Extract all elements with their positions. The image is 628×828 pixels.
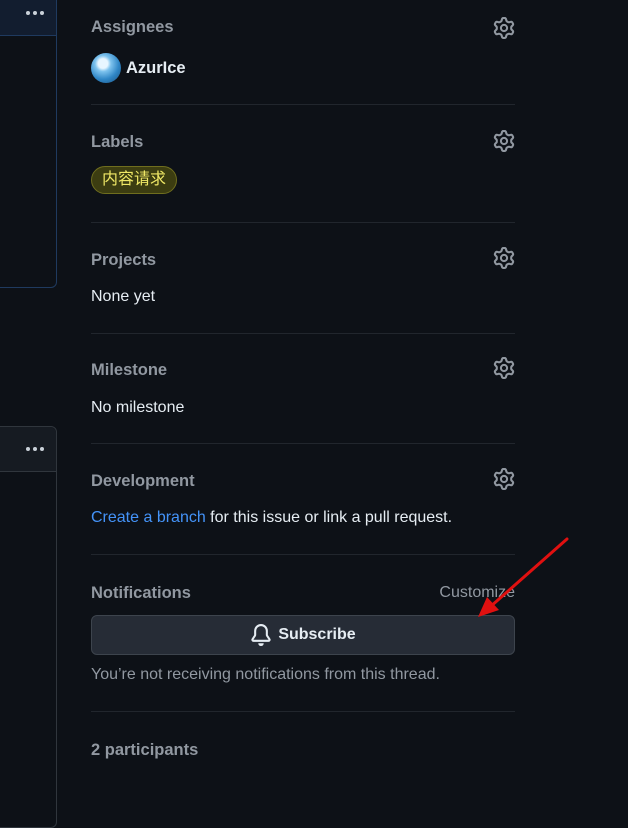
timeline-comment-box bbox=[0, 0, 57, 288]
issue-sidebar: Assignees AzurIce Labels 内容请求 Projects N… bbox=[91, 0, 515, 782]
gear-icon[interactable] bbox=[493, 247, 515, 269]
assignees-title[interactable]: Assignees bbox=[91, 18, 174, 37]
assignees-section: Assignees AzurIce bbox=[91, 0, 515, 105]
projects-title[interactable]: Projects bbox=[91, 251, 156, 270]
milestone-section: Milestone No milestone bbox=[91, 334, 515, 444]
participants-section: 2 participants bbox=[91, 712, 515, 782]
development-text: Create a branch for this issue or link a… bbox=[91, 509, 452, 527]
comment-header bbox=[0, 0, 56, 36]
kebab-horizontal-icon[interactable] bbox=[26, 11, 44, 15]
labels-section: Labels 内容请求 bbox=[91, 105, 515, 223]
notifications-section: Notifications Customize Subscribe You’re… bbox=[91, 555, 515, 712]
label-badge[interactable]: 内容请求 bbox=[91, 166, 178, 194]
development-rest-text: for this issue or link a pull request. bbox=[205, 509, 453, 526]
labels-title[interactable]: Labels bbox=[91, 133, 143, 152]
subscribe-label: Subscribe bbox=[278, 626, 356, 643]
timeline-comment-box bbox=[0, 426, 57, 828]
notifications-title: Notifications bbox=[91, 584, 191, 602]
gear-icon[interactable] bbox=[493, 17, 515, 39]
milestone-title[interactable]: Milestone bbox=[91, 361, 167, 380]
participants-title: 2 participants bbox=[91, 741, 199, 759]
milestone-value: No milestone bbox=[91, 399, 185, 416]
comment-header bbox=[0, 427, 56, 472]
gear-icon[interactable] bbox=[493, 468, 515, 490]
bell-icon bbox=[251, 624, 271, 646]
assignee-name[interactable]: AzurIce bbox=[126, 59, 186, 78]
development-title[interactable]: Development bbox=[91, 472, 195, 491]
customize-link[interactable]: Customize bbox=[439, 584, 515, 602]
create-branch-link[interactable]: Create a branch bbox=[91, 509, 206, 526]
projects-section: Projects None yet bbox=[91, 223, 515, 334]
notification-status-text: You’re not receiving notifications from … bbox=[91, 666, 440, 683]
kebab-horizontal-icon[interactable] bbox=[26, 447, 44, 451]
gear-icon[interactable] bbox=[493, 357, 515, 379]
projects-value: None yet bbox=[91, 288, 156, 305]
avatar bbox=[91, 53, 121, 83]
assignee-item[interactable]: AzurIce bbox=[91, 53, 186, 83]
gear-icon[interactable] bbox=[493, 130, 515, 152]
subscribe-button[interactable]: Subscribe bbox=[91, 615, 515, 655]
development-section: Development Create a branch for this iss… bbox=[91, 444, 515, 555]
